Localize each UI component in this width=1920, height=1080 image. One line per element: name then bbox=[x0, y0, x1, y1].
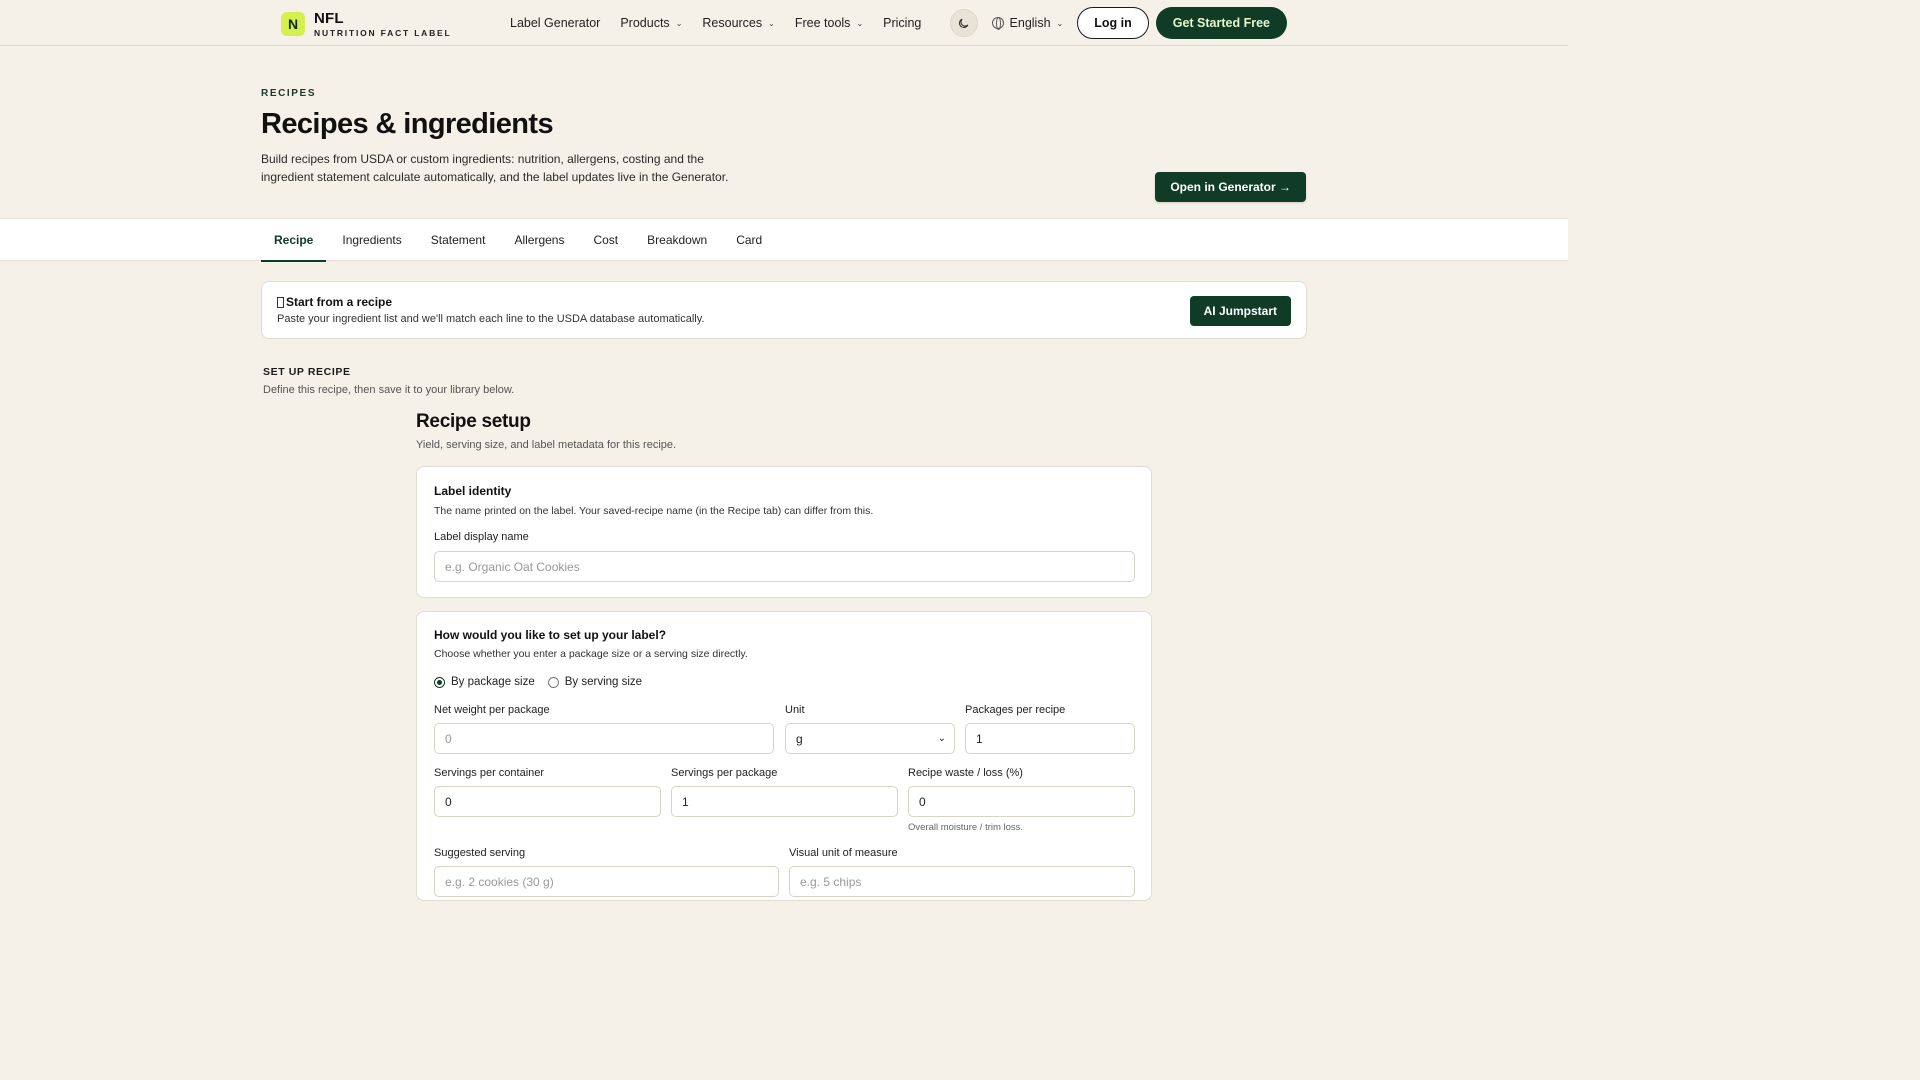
suggested-serving-input[interactable]: e.g. 2 cookies (30 g) bbox=[434, 866, 779, 897]
servings-per-package-label: Servings per package bbox=[671, 767, 778, 779]
setup-mode-options: By package size By serving size bbox=[434, 676, 642, 688]
brand-logo[interactable]: N NFL NUTRITION FACT LABEL bbox=[281, 11, 452, 38]
servings-per-container-label: Servings per container bbox=[434, 767, 545, 779]
tab-ingredients[interactable]: Ingredients bbox=[329, 219, 414, 261]
chevron-down-icon: ⌄ bbox=[675, 18, 683, 28]
net-weight-input[interactable]: 0 bbox=[434, 723, 774, 754]
packages-per-recipe-input[interactable]: 1 bbox=[965, 723, 1135, 754]
jumpstart-card: Start from a recipe Paste your ingredien… bbox=[261, 281, 1307, 339]
tab-bar: Recipe Ingredients Statement Allergens C… bbox=[0, 218, 1568, 262]
jumpstart-description: Paste your ingredient list and we'll mat… bbox=[277, 313, 705, 325]
theme-toggle-button[interactable] bbox=[949, 9, 978, 37]
radio-by-package-size[interactable] bbox=[434, 676, 445, 688]
setup-section-label: SET UP RECIPE bbox=[263, 366, 351, 378]
tab-statement[interactable]: Statement bbox=[418, 219, 499, 261]
language-selector[interactable]: English ⌄ bbox=[991, 16, 1064, 30]
get-started-button[interactable]: Get Started Free bbox=[1155, 7, 1287, 39]
label-display-name-input[interactable]: e.g. Organic Oat Cookies bbox=[434, 551, 1135, 582]
hero-section: RECIPES Recipes & ingredients Build reci… bbox=[0, 46, 1568, 218]
setup-section-subtitle: Define this recipe, then save it to your… bbox=[263, 384, 515, 396]
hero-eyebrow: RECIPES bbox=[261, 88, 317, 99]
label-display-name-label: Label display name bbox=[434, 531, 529, 543]
unit-select[interactable]: g ⌄ bbox=[785, 723, 955, 754]
jumpstart-title: Start from a recipe bbox=[286, 295, 393, 309]
ai-jumpstart-button[interactable]: AI Jumpstart bbox=[1189, 296, 1291, 326]
login-button[interactable]: Log in bbox=[1077, 7, 1149, 39]
radio-label-serving[interactable]: By serving size bbox=[565, 676, 642, 688]
tab-cost[interactable]: Cost bbox=[580, 219, 631, 261]
chevron-down-icon: ⌄ bbox=[856, 18, 864, 28]
recipe-waste-help: Overall moisture / trim loss. bbox=[908, 822, 1024, 833]
tab-card[interactable]: Card bbox=[723, 219, 775, 261]
top-navigation: N NFL NUTRITION FACT LABEL Label Generat… bbox=[0, 0, 1568, 46]
recipe-setup-title: Recipe setup bbox=[416, 411, 531, 432]
radio-by-serving-size[interactable] bbox=[547, 676, 559, 688]
nav-label-generator[interactable]: Label Generator bbox=[510, 16, 600, 30]
packages-per-recipe-label: Packages per recipe bbox=[965, 704, 1066, 716]
visual-unit-input[interactable]: e.g. 5 chips bbox=[789, 866, 1135, 897]
nav-resources[interactable]: Resources ⌄ bbox=[702, 16, 774, 30]
nav-links: Label Generator Products ⌄ Resources ⌄ Fre… bbox=[510, 0, 941, 46]
label-setup-card: How would you like to set up your label?… bbox=[416, 611, 1152, 901]
globe-icon bbox=[991, 17, 1004, 30]
recipe-setup-subtitle: Yield, serving size, and label metadata … bbox=[416, 439, 677, 451]
servings-per-package-input[interactable]: 1 bbox=[671, 786, 898, 817]
suggested-serving-label: Suggested serving bbox=[434, 847, 526, 859]
moon-icon bbox=[959, 18, 969, 28]
brand-name: NFL bbox=[314, 10, 344, 27]
recipe-waste-label: Recipe waste / loss (%) bbox=[908, 767, 1023, 779]
hero-description: Build recipes from USDA or custom ingred… bbox=[261, 152, 729, 184]
label-identity-card: Label identity The name printed on the l… bbox=[416, 466, 1152, 598]
nav-products[interactable]: Products ⌄ bbox=[620, 16, 682, 30]
sparkle-icon bbox=[277, 296, 284, 308]
chevron-down-icon: ⌄ bbox=[937, 733, 946, 744]
setup-mode-description: Choose whether you enter a package size … bbox=[434, 648, 748, 660]
tab-allergens[interactable]: Allergens bbox=[501, 219, 577, 261]
open-in-generator-button[interactable]: Open in Generator → bbox=[1155, 172, 1306, 202]
tab-recipe[interactable]: Recipe bbox=[261, 219, 327, 262]
brand-subtitle: NUTRITION FACT LABEL bbox=[314, 28, 452, 38]
visual-unit-label: Visual unit of measure bbox=[789, 847, 898, 859]
tab-breakdown[interactable]: Breakdown bbox=[634, 219, 720, 261]
brand-mark: N bbox=[281, 12, 305, 37]
setup-mode-title: How would you like to set up your label? bbox=[434, 628, 667, 642]
chevron-down-icon: ⌄ bbox=[768, 18, 775, 28]
unit-label: Unit bbox=[785, 704, 805, 716]
chevron-down-icon: ⌄ bbox=[1056, 18, 1064, 28]
radio-label-package[interactable]: By package size bbox=[451, 676, 535, 688]
page-title: Recipes & ingredients bbox=[261, 108, 554, 140]
label-identity-title: Label identity bbox=[434, 484, 512, 498]
net-weight-label: Net weight per package bbox=[434, 704, 550, 716]
recipe-waste-input[interactable]: 0 bbox=[908, 786, 1135, 817]
servings-per-container-input[interactable]: 0 bbox=[434, 786, 661, 817]
nav-pricing[interactable]: Pricing bbox=[883, 16, 921, 30]
label-identity-description: The name printed on the label. Your save… bbox=[434, 505, 874, 517]
nav-free-tools[interactable]: Free tools ⌄ bbox=[795, 16, 863, 30]
